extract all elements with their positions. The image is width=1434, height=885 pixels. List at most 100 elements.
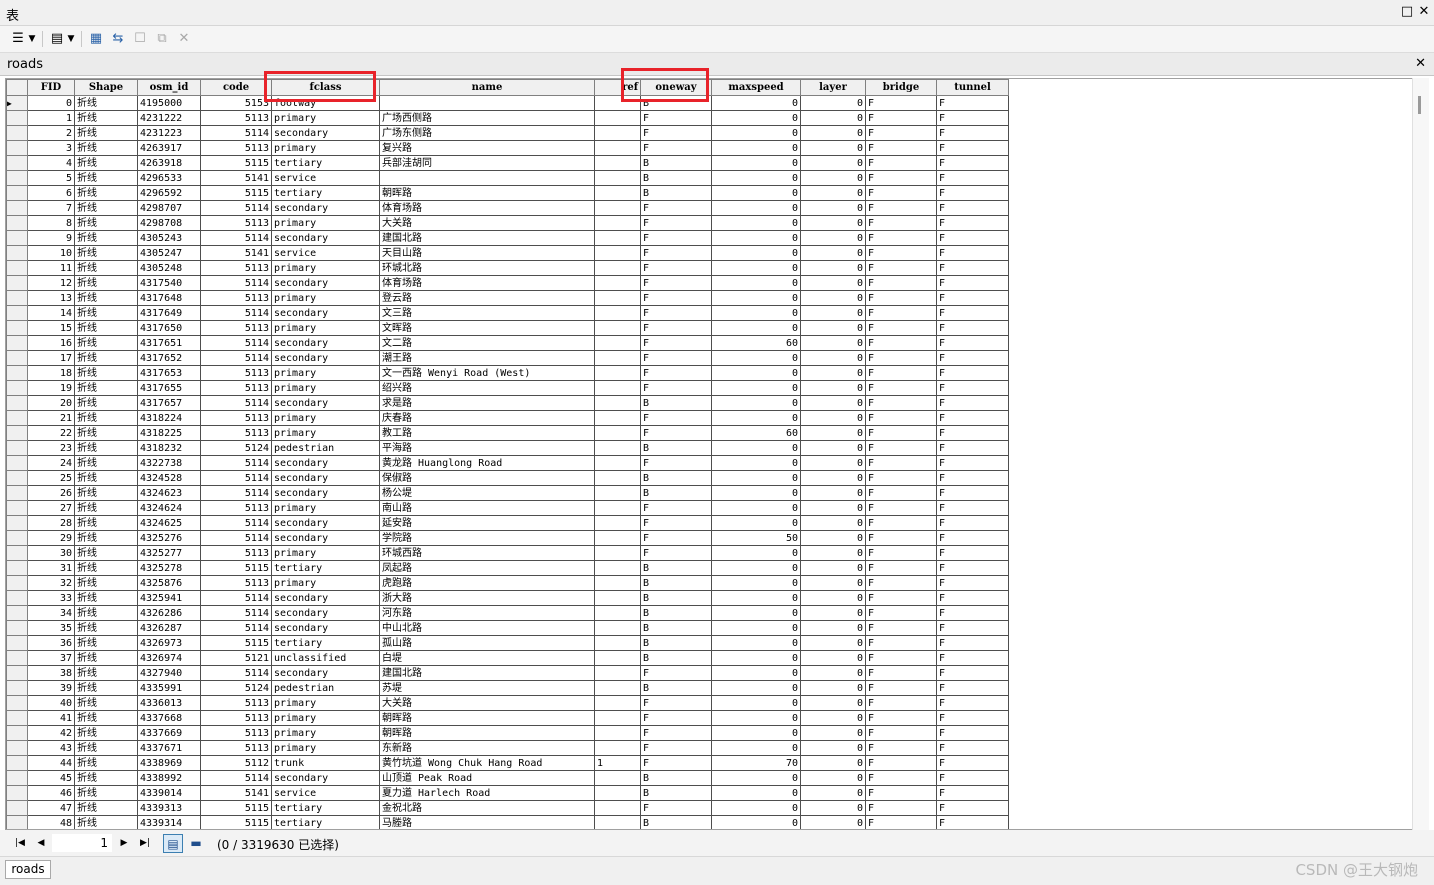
table-row[interactable]: 39 折线 4335991 5124 pedestrian 苏堤 B 0 0 F F bbox=[6, 680, 1009, 696]
related-tables-icon[interactable]: ▤ bbox=[47, 30, 67, 48]
table-cell-code[interactable]: 5114 bbox=[200, 275, 272, 291]
table-cell-ref[interactable] bbox=[594, 170, 641, 186]
table-cell-tunnel[interactable]: F bbox=[936, 365, 1009, 381]
table-cell-tunnel[interactable]: F bbox=[936, 620, 1009, 636]
table-cell-name[interactable]: 庆春路 bbox=[379, 410, 595, 426]
table-cell-tunnel[interactable]: F bbox=[936, 560, 1009, 576]
table-cell-fid[interactable]: 37 bbox=[27, 650, 75, 666]
table-cell-ref[interactable] bbox=[594, 635, 641, 651]
table-cell-maxspeed[interactable]: 0 bbox=[711, 440, 801, 456]
table-cell-fid[interactable]: 15 bbox=[27, 320, 75, 336]
table-cell-name[interactable]: 建国北路 bbox=[379, 665, 595, 681]
table-cell-layer[interactable]: 0 bbox=[800, 350, 866, 366]
table-cell-oneway[interactable]: B bbox=[640, 605, 712, 621]
table-cell-ref[interactable] bbox=[594, 710, 641, 726]
table-cell-fclass[interactable]: secondary bbox=[271, 470, 380, 486]
table-cell-fclass[interactable]: pedestrian bbox=[271, 680, 380, 696]
table-cell-osm-id[interactable]: 4324623 bbox=[137, 485, 201, 501]
table-cell-fid[interactable]: 1 bbox=[27, 110, 75, 126]
table-cell-tunnel[interactable]: F bbox=[936, 275, 1009, 291]
table-cell-tunnel[interactable]: F bbox=[936, 650, 1009, 666]
table-cell-code[interactable]: 5114 bbox=[200, 455, 272, 471]
table-cell-ref[interactable] bbox=[594, 500, 641, 516]
table-cell-name[interactable]: 文二路 bbox=[379, 335, 595, 351]
table-cell-oneway[interactable]: F bbox=[640, 665, 712, 681]
row-selector[interactable] bbox=[6, 515, 28, 531]
table-cell-name[interactable]: 保俶路 bbox=[379, 470, 595, 486]
table-cell-fclass[interactable]: primary bbox=[271, 140, 380, 156]
table-cell-shape[interactable]: 折线 bbox=[74, 620, 138, 636]
table-cell-oneway[interactable]: B bbox=[640, 170, 712, 186]
select-by-attributes-icon[interactable]: ▦ bbox=[86, 30, 106, 48]
table-cell-shape[interactable]: 折线 bbox=[74, 515, 138, 531]
table-cell-layer[interactable]: 0 bbox=[800, 455, 866, 471]
row-selector-header[interactable] bbox=[6, 79, 28, 96]
column-header[interactable]: bridge bbox=[865, 79, 937, 96]
table-cell-oneway[interactable]: B bbox=[640, 395, 712, 411]
row-selector[interactable] bbox=[6, 305, 28, 321]
table-cell-layer[interactable]: 0 bbox=[800, 695, 866, 711]
table-cell-layer[interactable]: 0 bbox=[800, 230, 866, 246]
table-cell-fclass[interactable]: primary bbox=[271, 695, 380, 711]
zoom-to-selected-icon[interactable]: ⧉ bbox=[152, 30, 172, 48]
row-selector[interactable] bbox=[6, 590, 28, 606]
table-cell-oneway[interactable]: B bbox=[640, 650, 712, 666]
table-cell-ref[interactable] bbox=[594, 530, 641, 546]
table-cell-ref[interactable] bbox=[594, 410, 641, 426]
table-cell-oneway[interactable]: F bbox=[640, 350, 712, 366]
table-cell-name[interactable]: 平海路 bbox=[379, 440, 595, 456]
table-cell-shape[interactable]: 折线 bbox=[74, 125, 138, 141]
table-cell-tunnel[interactable]: F bbox=[936, 770, 1009, 786]
table-cell-ref[interactable] bbox=[594, 365, 641, 381]
table-cell-ref[interactable] bbox=[594, 485, 641, 501]
table-cell-shape[interactable]: 折线 bbox=[74, 605, 138, 621]
table-cell-bridge[interactable]: F bbox=[865, 185, 937, 201]
table-cell-shape[interactable]: 折线 bbox=[74, 350, 138, 366]
column-header[interactable]: FID bbox=[27, 79, 75, 96]
table-cell-fid[interactable]: 41 bbox=[27, 710, 75, 726]
table-cell-layer[interactable]: 0 bbox=[800, 515, 866, 531]
table-cell-osm-id[interactable]: 4337668 bbox=[137, 710, 201, 726]
table-cell-bridge[interactable]: F bbox=[865, 155, 937, 171]
table-cell-fclass[interactable]: primary bbox=[271, 545, 380, 561]
table-row[interactable]: 32 折线 4325876 5113 primary 虎跑路 B 0 0 F F bbox=[6, 575, 1009, 591]
table-cell-ref[interactable] bbox=[594, 185, 641, 201]
table-cell-oneway[interactable]: F bbox=[640, 725, 712, 741]
table-cell-tunnel[interactable]: F bbox=[936, 725, 1009, 741]
table-row[interactable]: 42 折线 4337669 5113 primary 朝晖路 F 0 0 F F bbox=[6, 725, 1009, 741]
close-table-icon[interactable]: ✕ bbox=[1415, 56, 1426, 71]
table-cell-layer[interactable]: 0 bbox=[800, 320, 866, 336]
table-cell-layer[interactable]: 0 bbox=[800, 590, 866, 606]
table-cell-name[interactable]: 文晖路 bbox=[379, 320, 595, 336]
column-header[interactable]: maxspeed bbox=[711, 79, 801, 96]
table-cell-fclass[interactable]: primary bbox=[271, 425, 380, 441]
table-cell-oneway[interactable]: F bbox=[640, 320, 712, 336]
table-row[interactable]: 34 折线 4326286 5114 secondary 河东路 B 0 0 F F bbox=[6, 605, 1009, 621]
table-cell-name[interactable]: 南山路 bbox=[379, 500, 595, 516]
table-cell-bridge[interactable]: F bbox=[865, 620, 937, 636]
table-row[interactable]: 8 折线 4298708 5113 primary 大关路 F 0 0 F F bbox=[6, 215, 1009, 231]
table-cell-fid[interactable]: 42 bbox=[27, 725, 75, 741]
table-cell-bridge[interactable]: F bbox=[865, 110, 937, 126]
clear-selection-icon[interactable]: ☐ bbox=[130, 30, 150, 48]
table-cell-fid[interactable]: 27 bbox=[27, 500, 75, 516]
table-cell-tunnel[interactable]: F bbox=[936, 800, 1009, 816]
table-cell-maxspeed[interactable]: 0 bbox=[711, 545, 801, 561]
table-cell-code[interactable]: 5113 bbox=[200, 260, 272, 276]
table-cell-oneway[interactable]: F bbox=[640, 335, 712, 351]
table-cell-maxspeed[interactable]: 0 bbox=[711, 740, 801, 756]
table-cell-osm-id[interactable]: 4324625 bbox=[137, 515, 201, 531]
table-cell-oneway[interactable]: B bbox=[640, 185, 712, 201]
table-cell-fid[interactable]: 25 bbox=[27, 470, 75, 486]
table-cell-fid[interactable]: 0 bbox=[27, 95, 75, 111]
table-cell-bridge[interactable]: F bbox=[865, 170, 937, 186]
table-row[interactable]: 45 折线 4338992 5114 secondary 山顶道 Peak Road B 0 0… bbox=[6, 770, 1009, 786]
table-cell-name[interactable]: 天目山路 bbox=[379, 245, 595, 261]
table-cell-tunnel[interactable]: F bbox=[936, 350, 1009, 366]
table-cell-maxspeed[interactable]: 0 bbox=[711, 725, 801, 741]
table-cell-code[interactable]: 5114 bbox=[200, 515, 272, 531]
table-cell-code[interactable]: 5112 bbox=[200, 755, 272, 771]
table-cell-bridge[interactable]: F bbox=[865, 230, 937, 246]
table-cell-oneway[interactable]: B bbox=[640, 785, 712, 801]
table-cell-fclass[interactable]: primary bbox=[271, 110, 380, 126]
